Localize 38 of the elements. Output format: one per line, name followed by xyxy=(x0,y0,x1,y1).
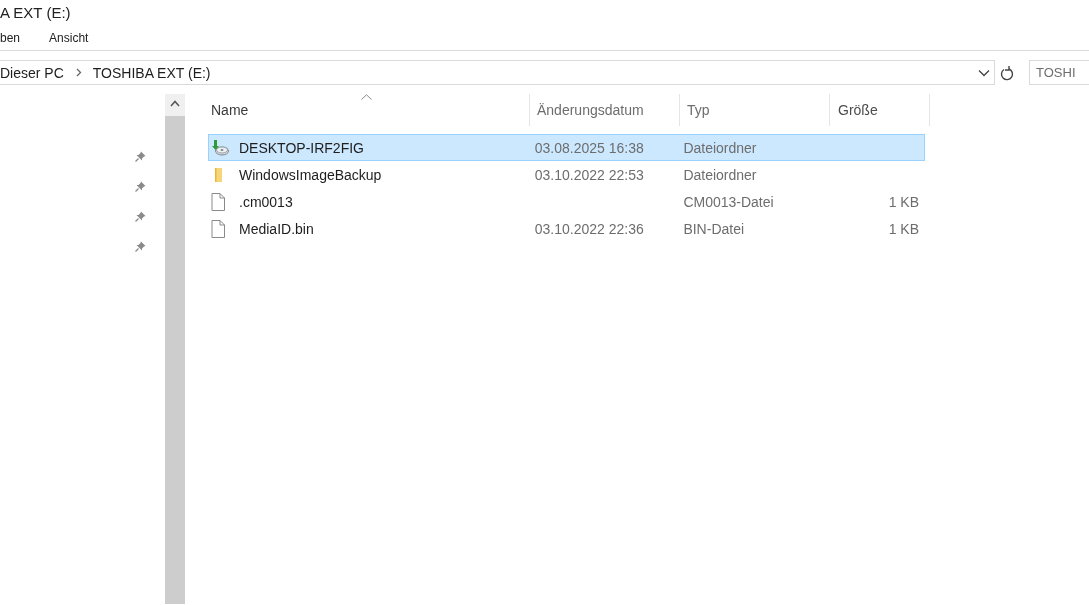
file-row[interactable]: DESKTOP-IRF2FIG 03.08.2025 16:38 Dateiordner xyxy=(208,134,925,161)
pin-icon[interactable] xyxy=(135,211,146,222)
column-header[interactable]: Änderungsdatum xyxy=(530,94,680,126)
ribbon-tab[interactable]: Ansicht xyxy=(49,30,89,45)
file-icon xyxy=(211,192,225,211)
pin-icon[interactable] xyxy=(135,241,146,252)
file-type: BIN-Datei xyxy=(683,220,745,237)
pin-icon[interactable] xyxy=(135,151,146,162)
file-name[interactable]: MediaID.bin xyxy=(239,220,314,237)
breadcrumb-item[interactable]: TOSHIBA EXT (E:) xyxy=(92,64,211,81)
file-type: Dateiordner xyxy=(683,139,757,156)
file-icon xyxy=(211,219,225,238)
scrollbar-thumb[interactable] xyxy=(165,116,185,604)
chevron-right-icon[interactable] xyxy=(75,68,82,77)
date-modified: 03.08.2025 16:38 xyxy=(534,139,644,156)
address-bar[interactable]: Dieser PC TOSHIBA EXT (E:) xyxy=(0,60,996,85)
window-title: A EXT (E:) xyxy=(0,4,71,21)
file-row[interactable]: .cm0013 CM0013-Datei 1 KB xyxy=(208,188,925,215)
file-name[interactable]: DESKTOP-IRF2FIG xyxy=(239,139,364,156)
pin-icon[interactable] xyxy=(135,181,146,192)
date-modified: 03.10.2022 22:36 xyxy=(534,220,644,237)
file-row[interactable]: WindowsImageBackup 03.10.2022 22:53 Dateiordner xyxy=(208,161,925,188)
file-name[interactable]: WindowsImageBackup xyxy=(239,166,382,183)
column-header[interactable]: Größe xyxy=(830,94,930,126)
dropdown-chevron-icon[interactable] xyxy=(978,68,991,77)
file-type: CM0013-Datei xyxy=(683,193,774,210)
file-size: 1 KB xyxy=(888,220,919,237)
column-header[interactable]: Name xyxy=(203,94,530,126)
file-row[interactable]: MediaID.bin 03.10.2022 22:36 BIN-Datei 1 KB xyxy=(208,215,925,242)
breadcrumb-item[interactable]: Dieser PC xyxy=(0,64,64,81)
column-header[interactable]: Typ xyxy=(680,94,830,126)
file-size: 1 KB xyxy=(888,193,919,210)
file-name[interactable]: .cm0013 xyxy=(239,193,293,210)
backup-drive-icon xyxy=(211,138,229,157)
file-type: Dateiordner xyxy=(683,166,757,183)
search-field[interactable]: TOSHI xyxy=(1029,60,1089,85)
date-modified: 03.10.2022 22:53 xyxy=(534,166,644,183)
ribbon-tab[interactable]: ben xyxy=(0,30,21,45)
